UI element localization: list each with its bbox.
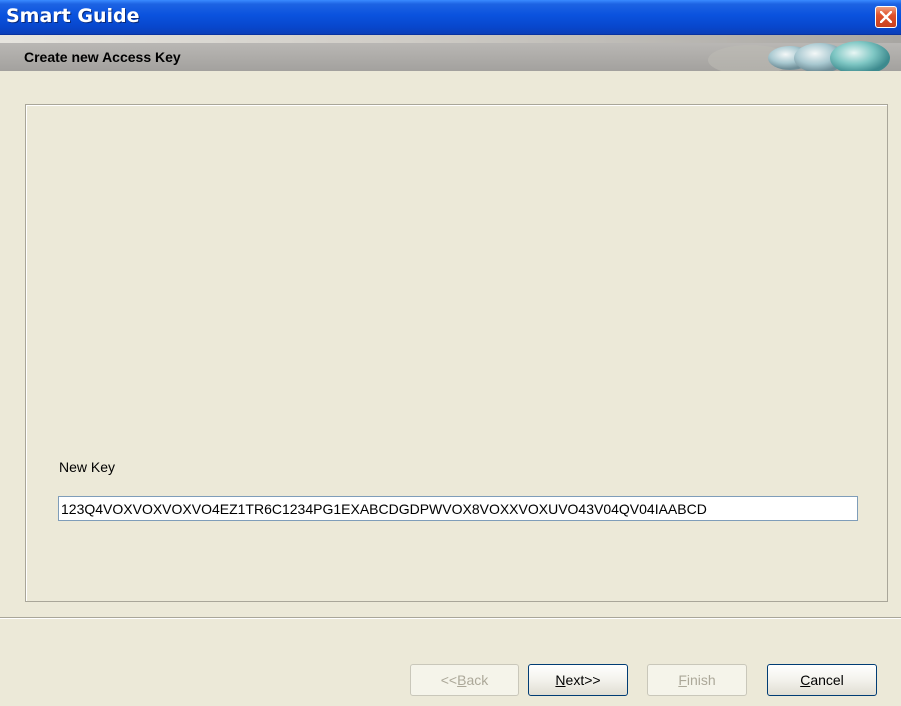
cancel-label-rest: ancel <box>810 672 844 688</box>
next-button[interactable]: Next>> <box>528 664 628 696</box>
page-subtitle: Create new Access Key <box>24 49 181 65</box>
new-key-field[interactable] <box>58 496 858 521</box>
next-label-mnemonic: N <box>555 672 566 688</box>
smart-guide-window: Smart Guide Create new Access Key New Ke… <box>0 0 901 706</box>
back-label-rest: ack <box>466 672 489 688</box>
next-label-rest: ext>> <box>565 672 601 688</box>
new-key-label: New Key <box>59 459 116 475</box>
close-icon <box>880 11 892 23</box>
back-button[interactable]: <<Back <box>410 664 519 696</box>
wizard-header: Create new Access Key <box>0 35 901 87</box>
header-gap <box>0 71 901 87</box>
back-label-prefix: << <box>440 672 458 688</box>
finish-button[interactable]: Finish <box>647 664 747 696</box>
finish-label-rest: inish <box>686 672 716 688</box>
content-panel <box>25 104 888 602</box>
window-title: Smart Guide <box>6 5 140 27</box>
finish-label-mnemonic: F <box>678 672 687 688</box>
cancel-label-mnemonic: C <box>800 672 811 688</box>
close-button[interactable] <box>875 6 897 28</box>
title-bar[interactable]: Smart Guide <box>0 0 901 35</box>
cancel-button[interactable]: Cancel <box>767 664 877 696</box>
footer-separator <box>0 617 901 619</box>
